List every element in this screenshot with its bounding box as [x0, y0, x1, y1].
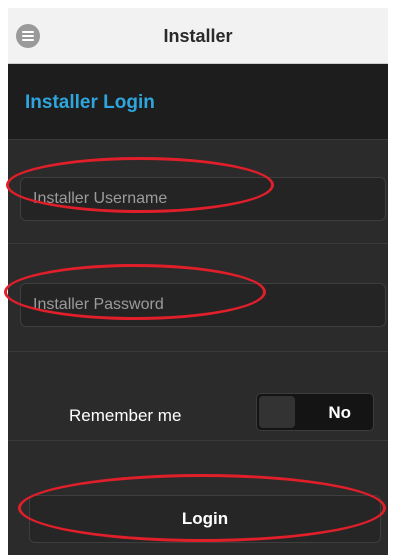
password-row [8, 245, 388, 352]
username-row [8, 141, 388, 244]
login-button[interactable]: Login [29, 495, 381, 543]
remember-me-label: Remember me [69, 406, 182, 425]
toggle-value: No [328, 403, 351, 422]
app-title: Installer [163, 26, 233, 46]
section-header: Installer Login [8, 64, 388, 140]
top-bar: Installer [8, 8, 388, 64]
username-input[interactable] [20, 177, 386, 221]
remember-me-toggle[interactable]: No [256, 393, 374, 431]
remember-row: Remember me No [8, 353, 388, 441]
page-title: Installer Login [25, 92, 155, 113]
toggle-knob [259, 396, 295, 428]
app-frame: Installer Installer Login Remember me No… [8, 8, 388, 555]
login-row: Login [8, 442, 388, 555]
password-input[interactable] [20, 283, 386, 327]
